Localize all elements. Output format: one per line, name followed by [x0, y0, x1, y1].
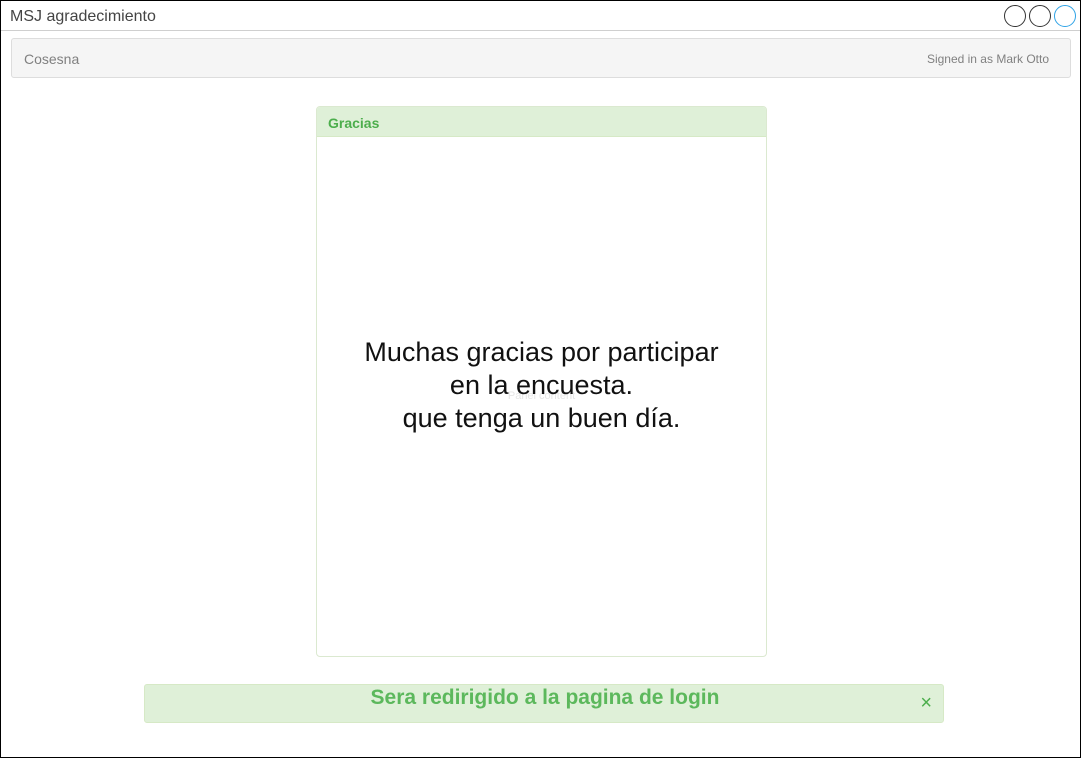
navbar-brand[interactable]: Cosesna: [24, 51, 79, 67]
redirect-alert: Sera redirigido a la pagina de login ×: [144, 684, 944, 723]
thanks-message: Muchas gracias por participar en la encu…: [364, 337, 719, 433]
app-window: MSJ agradecimiento Cosesna Signed in as …: [0, 0, 1081, 758]
redirect-alert-text: Sera redirigido a la pagina de login: [370, 686, 720, 709]
signed-in-text: Signed in as Mark Otto: [926, 52, 1049, 66]
panel-heading: Gracias: [317, 107, 766, 137]
panel-title: Gracias: [328, 115, 380, 131]
navbar: Cosesna Signed in as Mark Otto: [11, 38, 1071, 78]
window-title: MSJ agradecimiento: [10, 8, 156, 25]
close-button[interactable]: [1054, 5, 1076, 27]
minimize-button[interactable]: [1004, 5, 1026, 27]
window-controls: [1004, 5, 1076, 27]
thanks-panel: Gracias Panel content Muchas gracias por…: [316, 106, 767, 657]
title-bar: MSJ agradecimiento: [1, 1, 1080, 31]
maximize-button[interactable]: [1029, 5, 1051, 27]
close-icon[interactable]: ×: [920, 692, 932, 714]
